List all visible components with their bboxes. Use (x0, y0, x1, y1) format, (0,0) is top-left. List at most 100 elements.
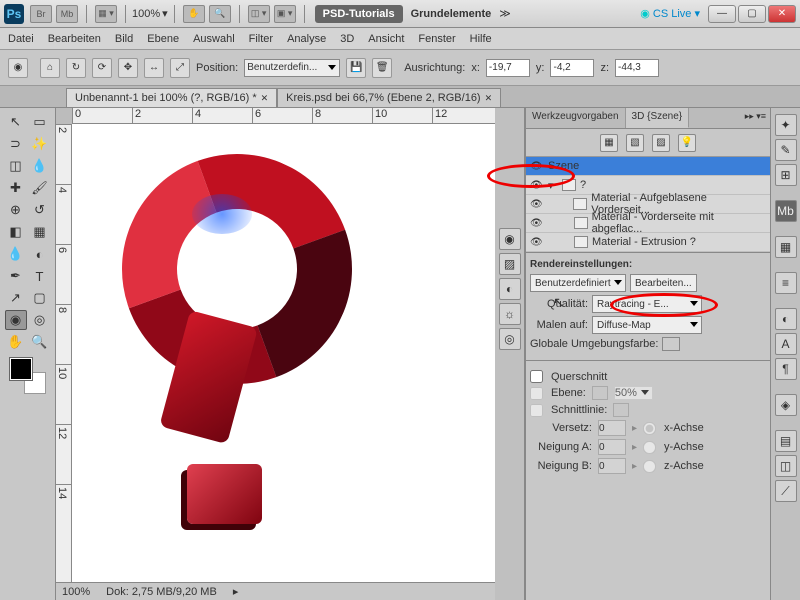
menu-bild[interactable]: Bild (115, 33, 133, 45)
3d-rotate-icon[interactable]: ↻ (66, 58, 86, 78)
eye-icon[interactable]: 👁 (530, 161, 544, 172)
menu-hilfe[interactable]: Hilfe (470, 33, 492, 45)
panel-channels-icon[interactable]: ◫ (775, 455, 797, 477)
position-select[interactable]: Benutzerdefin... (244, 59, 340, 77)
3d-filter-mat-icon[interactable]: ◐ (499, 278, 521, 300)
orient-z-input[interactable] (615, 59, 659, 77)
menu-fenster[interactable]: Fenster (418, 33, 455, 45)
dodge-tool[interactable]: ◐ (29, 244, 51, 264)
filter-mesh-icon[interactable]: ▧ (626, 134, 644, 152)
panel-fx-icon[interactable]: ◈ (775, 394, 797, 416)
heal-tool[interactable]: ✚ (5, 178, 27, 198)
3d-filter-light-icon[interactable]: ☼ (499, 303, 521, 325)
close-button[interactable]: ✕ (768, 5, 796, 23)
3d-slide-icon[interactable]: ↔ (144, 58, 164, 78)
paint-select[interactable]: Diffuse-Map (592, 316, 702, 334)
filter-scene-icon[interactable]: ▦ (600, 134, 618, 152)
hand-button[interactable]: ✋ (183, 5, 205, 23)
minibridge-button[interactable]: Mb (56, 5, 78, 23)
close-tab-icon[interactable]: ✕ (261, 93, 269, 104)
cslive-button[interactable]: CS Live ▾ (640, 7, 700, 20)
crop-tool[interactable]: ◫ (5, 156, 27, 176)
close-tab-icon[interactable]: ✕ (485, 93, 493, 104)
menu-bearbeiten[interactable]: Bearbeiten (48, 33, 101, 45)
save-preset-icon[interactable]: 💾 (346, 58, 366, 78)
blur-tool[interactable]: 💧 (5, 244, 27, 264)
eye-icon[interactable]: 👁 (530, 199, 544, 210)
filter-material-icon[interactable]: ▨ (652, 134, 670, 152)
doctab-0[interactable]: Unbenannt-1 bei 100% (?, RGB/16) *✕ (66, 88, 277, 107)
menu-ansicht[interactable]: Ansicht (368, 33, 404, 45)
panel-swatches-icon[interactable]: ▦ (775, 236, 797, 258)
3d-scale-icon[interactable]: ⤢ (170, 58, 190, 78)
type-tool[interactable]: T (29, 266, 51, 286)
panel-brush-icon[interactable]: ✎ (775, 139, 797, 161)
workspace-name[interactable]: PSD-Tutorials (315, 5, 403, 23)
marquee-tool[interactable]: ▭ (29, 112, 51, 132)
3d-rotate-tool[interactable]: ◉ (5, 310, 27, 330)
maximize-button[interactable]: ▢ (738, 5, 766, 23)
stamp-tool[interactable]: ⊕ (5, 200, 27, 220)
panel-history-icon[interactable]: ≡ (775, 272, 797, 294)
panel-opt-icon[interactable]: ✦ (775, 114, 797, 136)
3d-filter-scene-icon[interactable]: ◉ (499, 228, 521, 250)
panel-color-icon[interactable]: ◐ (775, 308, 797, 330)
global-color-swatch[interactable] (662, 337, 680, 351)
canvas[interactable] (72, 124, 495, 582)
cross-checkbox[interactable] (530, 370, 543, 383)
scene-list[interactable]: 👁Szene 👁▾? 👁Material - Aufgeblasene Vord… (526, 157, 770, 252)
lasso-tool[interactable]: ⊃ (5, 134, 27, 154)
pen-tool[interactable]: ✒ (5, 266, 27, 286)
render-preset-select[interactable]: Benutzerdefiniert (530, 274, 626, 292)
tool-preset-icon[interactable]: ◉ (8, 58, 28, 78)
render-edit-button[interactable]: Bearbeiten... (630, 274, 697, 292)
panel-mb-icon[interactable]: Mb (775, 200, 797, 222)
panel-char-icon[interactable]: A (775, 333, 797, 355)
tab-3d-szene[interactable]: 3D {Szene} (626, 108, 690, 128)
panel-layers-icon[interactable]: ▤ (775, 430, 797, 452)
menu-analyse[interactable]: Analyse (287, 33, 326, 45)
menu-auswahl[interactable]: Auswahl (193, 33, 235, 45)
doctab-1[interactable]: Kreis.psd bei 66,7% (Ebene 2, RGB/16)✕ (277, 88, 501, 107)
color-swatch[interactable] (10, 358, 46, 394)
filter-light-icon[interactable]: 💡 (678, 134, 696, 152)
gradient-tool[interactable]: ▦ (29, 222, 51, 242)
3d-filter-cam-icon[interactable]: ◎ (499, 328, 521, 350)
panel-paths-icon[interactable]: ⟋ (775, 480, 797, 502)
scene-row-szene[interactable]: 👁Szene (526, 157, 770, 176)
eye-icon[interactable]: 👁 (530, 180, 544, 191)
orient-y-input[interactable] (550, 59, 594, 77)
path-tool[interactable]: ↗ (5, 288, 27, 308)
panel-collapse-icon[interactable]: ▸▸ ▾≡ (741, 108, 770, 128)
menu-ebene[interactable]: Ebene (147, 33, 179, 45)
status-zoom[interactable]: 100% (62, 586, 90, 598)
zoom-button[interactable]: 🔍 (209, 5, 231, 23)
status-dok[interactable]: Dok: 2,75 MB/9,20 MB (106, 586, 217, 598)
tab-werkzeugvorgaben[interactable]: Werkzeugvorgaben (526, 108, 626, 128)
zoom-level[interactable]: 100% (132, 8, 160, 20)
move-tool[interactable]: ↖ (5, 112, 27, 132)
eye-icon[interactable]: 👁 (530, 218, 544, 229)
shape-tool[interactable]: ▢ (29, 288, 51, 308)
eyedropper-tool[interactable]: 💧 (29, 156, 51, 176)
3d-home-icon[interactable]: ⌂ (40, 58, 60, 78)
menu-3d[interactable]: 3D (340, 33, 354, 45)
3d-filter-mesh-icon[interactable]: ▨ (499, 253, 521, 275)
panel-clone-icon[interactable]: ⊞ (775, 164, 797, 186)
view-extras-button[interactable]: ▦ ▾ (95, 5, 117, 23)
minimize-button[interactable]: — (708, 5, 736, 23)
delete-preset-icon[interactable]: 🗑 (372, 58, 392, 78)
menu-filter[interactable]: Filter (249, 33, 273, 45)
document-title[interactable]: Grundelemente (411, 8, 492, 20)
3d-roll-icon[interactable]: ⟳ (92, 58, 112, 78)
menu-datei[interactable]: Datei (8, 33, 34, 45)
quality-select[interactable]: Raytracing - E... (592, 295, 702, 313)
screenmode-button[interactable]: ▣ ▾ (274, 5, 296, 23)
panel-para-icon[interactable]: ¶ (775, 358, 797, 380)
hand-tool[interactable]: ✋ (5, 332, 27, 352)
3d-questionmark-object[interactable] (92, 144, 402, 544)
3d-pan-icon[interactable]: ✥ (118, 58, 138, 78)
eraser-tool[interactable]: ◧ (5, 222, 27, 242)
history-brush-tool[interactable]: ↺ (29, 200, 51, 220)
arrange-button[interactable]: ◫ ▾ (248, 5, 270, 23)
